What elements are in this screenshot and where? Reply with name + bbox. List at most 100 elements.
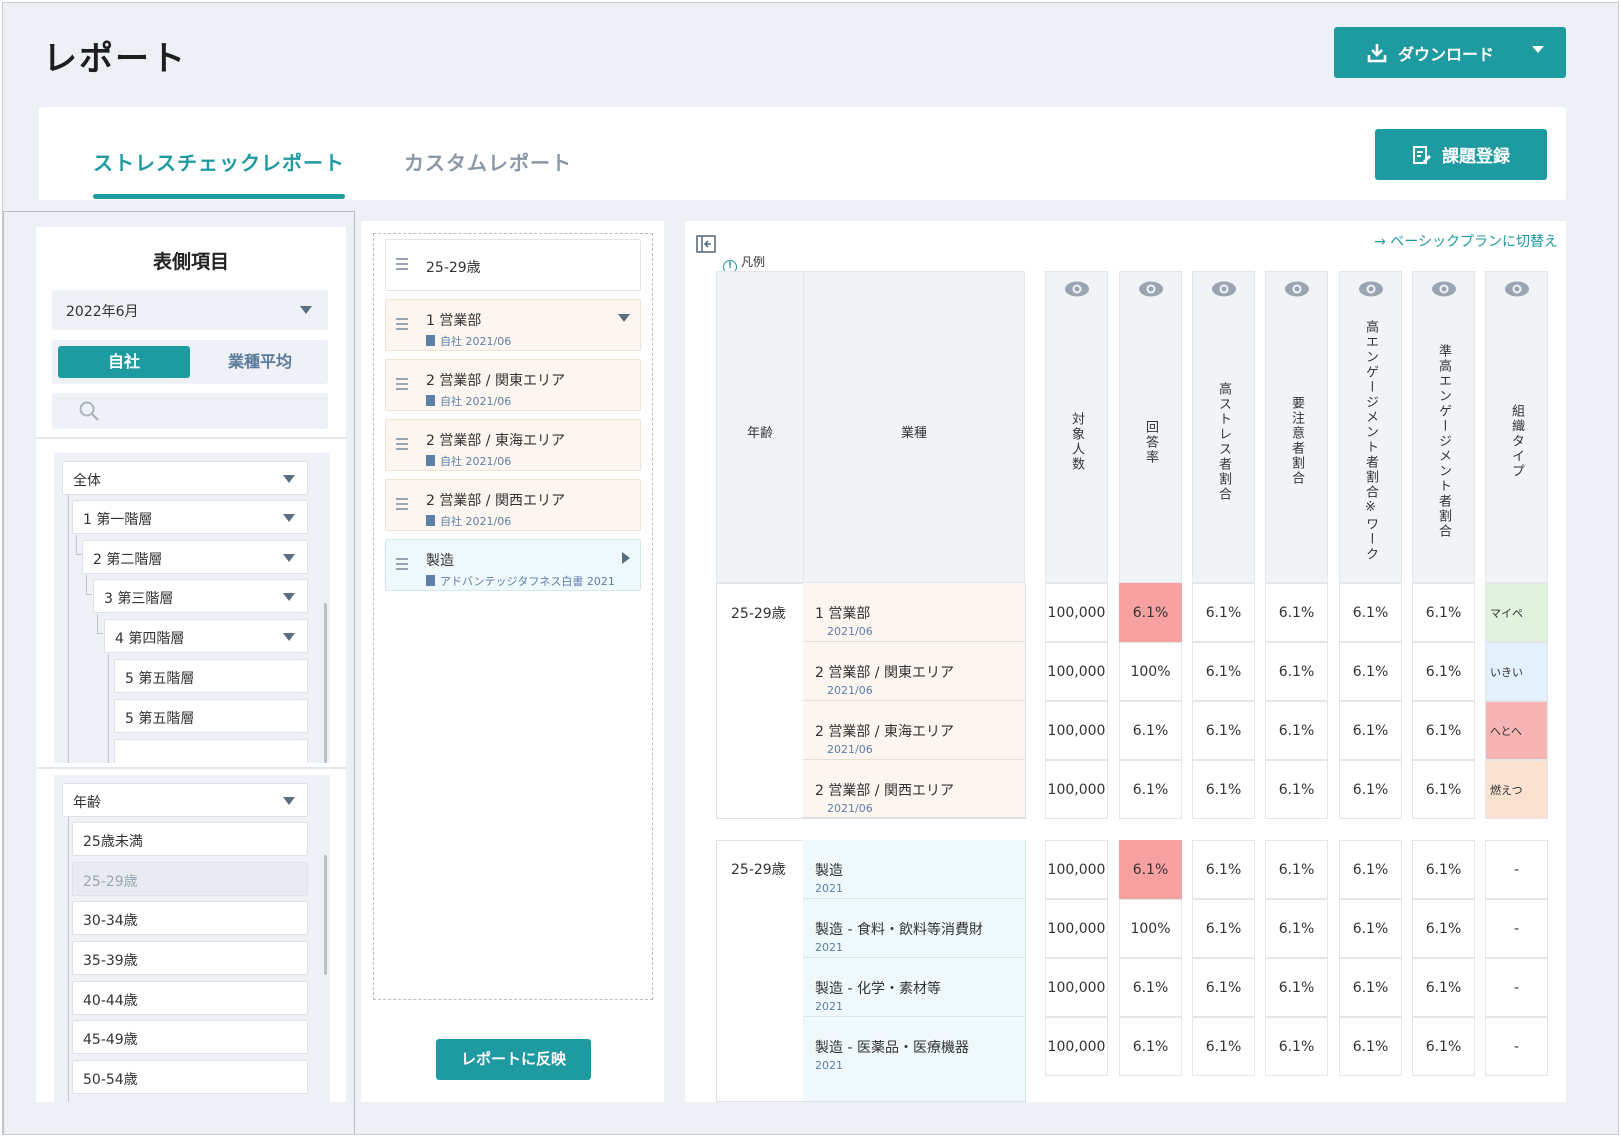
age-item[interactable]: 25歳未満: [72, 822, 308, 856]
cell-high-stress: 6.1%: [1192, 1017, 1255, 1076]
drag-handle-icon[interactable]: [396, 438, 408, 450]
cell-caution: 6.1%: [1265, 701, 1328, 760]
cell-caution: 6.1%: [1265, 583, 1328, 642]
row-subtitle: 2021: [815, 941, 843, 954]
tree-item-level5[interactable]: 5 第五階層: [114, 659, 308, 693]
selected-card[interactable]: 2 営業部 / 関西エリア 自社 2021/06: [385, 479, 641, 531]
tree-item-label: 1 第一階層: [83, 512, 153, 528]
tree-item-level5[interactable]: [114, 739, 308, 763]
chevron-down-icon[interactable]: [283, 593, 295, 601]
cell-response-rate: 6.1%: [1119, 840, 1182, 899]
tree-item-level2[interactable]: 2 第二階層: [82, 540, 308, 574]
cell-org-type: 燃えつ: [1485, 760, 1548, 819]
card-subtitle: 自社 2021/06: [426, 453, 511, 469]
drag-handle-icon[interactable]: [396, 318, 408, 330]
column-label: 対象人数: [1069, 412, 1084, 472]
selected-card[interactable]: 25-29歳: [385, 239, 641, 291]
tree-scrollbar[interactable]: [324, 603, 327, 763]
eye-icon[interactable]: [1431, 280, 1457, 298]
card-subtitle: 自社 2021/06: [426, 393, 511, 409]
age-scrollbar[interactable]: [324, 855, 327, 975]
tree-item-level1[interactable]: 1 第一階層: [72, 500, 308, 534]
column-header-high-engagement: 高エンゲージメント者割合※ワーク: [1339, 271, 1402, 583]
age-header-select[interactable]: 年齢: [62, 783, 308, 817]
column-label: 回答率: [1143, 420, 1158, 465]
selected-card[interactable]: 1 営業部 自社 2021/06: [385, 299, 641, 351]
cell-caution: 6.1%: [1265, 958, 1328, 1017]
card-source: 自社 2021/06: [440, 515, 512, 528]
cell-org-type: へとへ: [1485, 701, 1548, 760]
company-segment: 自社 業種平均: [52, 340, 328, 384]
chevron-down-icon[interactable]: [1532, 46, 1544, 53]
apply-to-report-button[interactable]: レポートに反映: [436, 1039, 591, 1080]
search-input[interactable]: [52, 393, 328, 429]
segment-own-company[interactable]: 自社: [58, 346, 190, 378]
download-button[interactable]: ダウンロード: [1334, 27, 1566, 78]
row-name: 1 営業部: [815, 606, 871, 622]
chevron-down-icon[interactable]: [283, 633, 295, 641]
age-item[interactable]: 30-34歳: [72, 901, 308, 935]
age-item-selected[interactable]: 25-29歳: [72, 862, 308, 896]
eye-icon[interactable]: [1211, 280, 1237, 298]
age-item[interactable]: 50-54歳: [72, 1060, 308, 1094]
chevron-down-icon[interactable]: [283, 554, 295, 562]
eye-icon[interactable]: [1064, 280, 1090, 298]
column-header-caution: 要注意者割合: [1265, 271, 1328, 583]
selected-card[interactable]: 製造 アドバンテッジタフネス白書 2021: [385, 539, 641, 591]
column-label: 高ストレス者割合: [1216, 382, 1231, 502]
tree-connector: [68, 817, 69, 1102]
chevron-down-icon[interactable]: [283, 514, 295, 522]
segment-industry-average[interactable]: 業種平均: [197, 346, 323, 378]
period-select[interactable]: 2022年6月: [52, 290, 328, 330]
card-title: 製造: [426, 553, 454, 569]
drag-handle-icon[interactable]: [396, 558, 408, 570]
legend-label: 凡例: [741, 255, 766, 269]
tree-item-label: 5 第五階層: [125, 711, 195, 727]
row-name-cell: 製造 - 食料・飲料等消費財 2021: [803, 899, 1025, 958]
chevron-right-icon[interactable]: [622, 552, 630, 564]
tree-item-label: 4 第四階層: [115, 631, 185, 647]
report-table-panel: → ベーシックプランに切替え ! 凡例 年齢 業種 対象人数 回答率 高ストレス者…: [685, 221, 1566, 1102]
cell-caution: 6.1%: [1265, 899, 1328, 958]
hierarchy-tree: 全体 1 第一階層 2 第二階層 3 第三階層 4 第四階層 5 第五階層 5 …: [54, 453, 330, 763]
tree-item-level4[interactable]: 4 第四階層: [104, 619, 308, 653]
eye-icon[interactable]: [1358, 280, 1384, 298]
cell-high-stress: 6.1%: [1192, 701, 1255, 760]
chevron-down-icon[interactable]: [283, 475, 295, 483]
chevron-down-icon[interactable]: [283, 797, 295, 805]
card-subtitle: アドバンテッジタフネス白書 2021: [426, 573, 615, 589]
tab-stress-check-report[interactable]: ストレスチェックレポート: [93, 147, 345, 199]
age-item[interactable]: 45-49歳: [72, 1020, 308, 1054]
collapse-panel-icon[interactable]: [696, 235, 716, 253]
switch-basic-plan-link[interactable]: → ベーシックプランに切替え: [1374, 231, 1558, 251]
selected-card[interactable]: 2 営業部 / 関東エリア 自社 2021/06: [385, 359, 641, 411]
cell-semi-high-engagement: 6.1%: [1412, 1017, 1475, 1076]
eye-icon[interactable]: [1504, 280, 1530, 298]
tree-item-all[interactable]: 全体: [62, 461, 308, 495]
drag-handle-icon[interactable]: [396, 498, 408, 510]
drag-handle-icon[interactable]: [396, 258, 408, 270]
row-name: 製造 - 化学・素材等: [815, 981, 941, 997]
cell-org-type: -: [1485, 958, 1548, 1017]
cell-high-engagement: 6.1%: [1339, 760, 1402, 819]
eye-icon[interactable]: [1138, 280, 1164, 298]
row-name: 製造 - 医薬品・医療機器: [815, 1040, 969, 1056]
building-icon: [426, 515, 435, 526]
column-header-high-stress: 高ストレス者割合: [1192, 271, 1255, 583]
column-label: 準高エンゲージメント者割合: [1436, 344, 1451, 539]
cell-org-type: -: [1485, 899, 1548, 958]
selected-card[interactable]: 2 営業部 / 東海エリア 自社 2021/06: [385, 419, 641, 471]
column-header-semi-high-engagement: 準高エンゲージメント者割合: [1412, 271, 1475, 583]
cell-target-count: 100,000: [1045, 642, 1108, 701]
issue-register-button[interactable]: 課題登録: [1375, 129, 1547, 180]
tree-item-level5[interactable]: 5 第五階層: [114, 699, 308, 733]
age-item[interactable]: 35-39歳: [72, 941, 308, 975]
cell-high-stress: 6.1%: [1192, 899, 1255, 958]
age-item[interactable]: 40-44歳: [72, 981, 308, 1015]
app-frame: レポート ダウンロード ストレスチェックレポート カスタムレポート 課題登録 表…: [2, 2, 1619, 1135]
tab-custom-report[interactable]: カスタムレポート: [404, 147, 572, 176]
chevron-down-icon[interactable]: [618, 314, 630, 322]
drag-handle-icon[interactable]: [396, 378, 408, 390]
eye-icon[interactable]: [1284, 280, 1310, 298]
tree-item-level3[interactable]: 3 第三階層: [93, 579, 308, 613]
